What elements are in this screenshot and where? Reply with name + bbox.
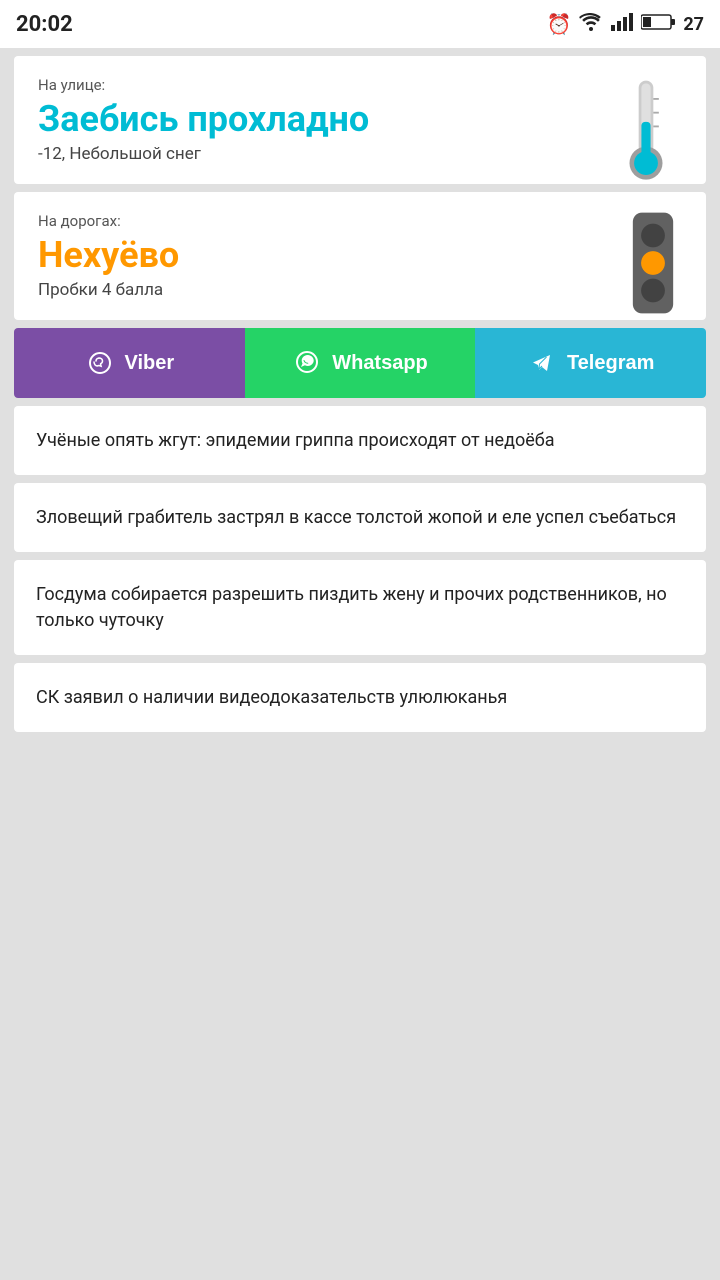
weather-card: На улице: Заебись прохладно -12, Небольш… (14, 56, 706, 184)
roads-subtitle: Пробки 4 балла (38, 280, 682, 300)
whatsapp-icon (292, 348, 322, 378)
news-item-2[interactable]: Зловещий грабитель застрял в кассе толст… (14, 483, 706, 552)
thermometer-icon (616, 76, 676, 186)
news-item-4[interactable]: СК заявил о наличии видеодоказательств у… (14, 663, 706, 732)
status-bar: 20:02 ⏰ 27 (0, 0, 720, 48)
viber-label: Viber (125, 352, 175, 375)
viber-button[interactable]: Viber (14, 328, 245, 398)
whatsapp-label: Whatsapp (332, 352, 428, 375)
news-item-1[interactable]: Учёные опять жгут: эпидемии гриппа проис… (14, 406, 706, 475)
battery-level: 27 (683, 14, 704, 35)
signal-icon (611, 13, 633, 35)
news-text-3: Госдума собирается разрешить пиздить жен… (36, 582, 684, 632)
alarm-icon: ⏰ (546, 12, 571, 36)
news-text-1: Учёные опять жгут: эпидемии гриппа проис… (36, 428, 684, 453)
telegram-label: Telegram (567, 352, 654, 375)
news-item-3[interactable]: Госдума собирается разрешить пиздить жен… (14, 560, 706, 654)
roads-title: Нехуёво (38, 234, 682, 276)
news-text-4: СК заявил о наличии видеодоказательств у… (36, 685, 684, 710)
whatsapp-button[interactable]: Whatsapp (245, 328, 476, 398)
news-text-2: Зловещий грабитель застрял в кассе толст… (36, 505, 684, 530)
weather-title: Заебись прохладно (38, 98, 682, 140)
roads-label: На дорогах: (38, 212, 682, 230)
traffic-light-icon (624, 208, 682, 318)
battery-icon (641, 13, 675, 35)
status-icons: ⏰ 27 (546, 12, 704, 36)
weather-subtitle: -12, Небольшой снег (38, 144, 682, 164)
roads-card: На дорогах: Нехуёво Пробки 4 балла (14, 192, 706, 320)
telegram-button[interactable]: Telegram (475, 328, 706, 398)
wifi-icon (579, 13, 603, 35)
telegram-icon (527, 348, 557, 378)
weather-label: На улице: (38, 76, 682, 94)
share-buttons-row: Viber Whatsapp Telegram (14, 328, 706, 398)
viber-icon (85, 348, 115, 378)
status-time: 20:02 (16, 12, 73, 37)
